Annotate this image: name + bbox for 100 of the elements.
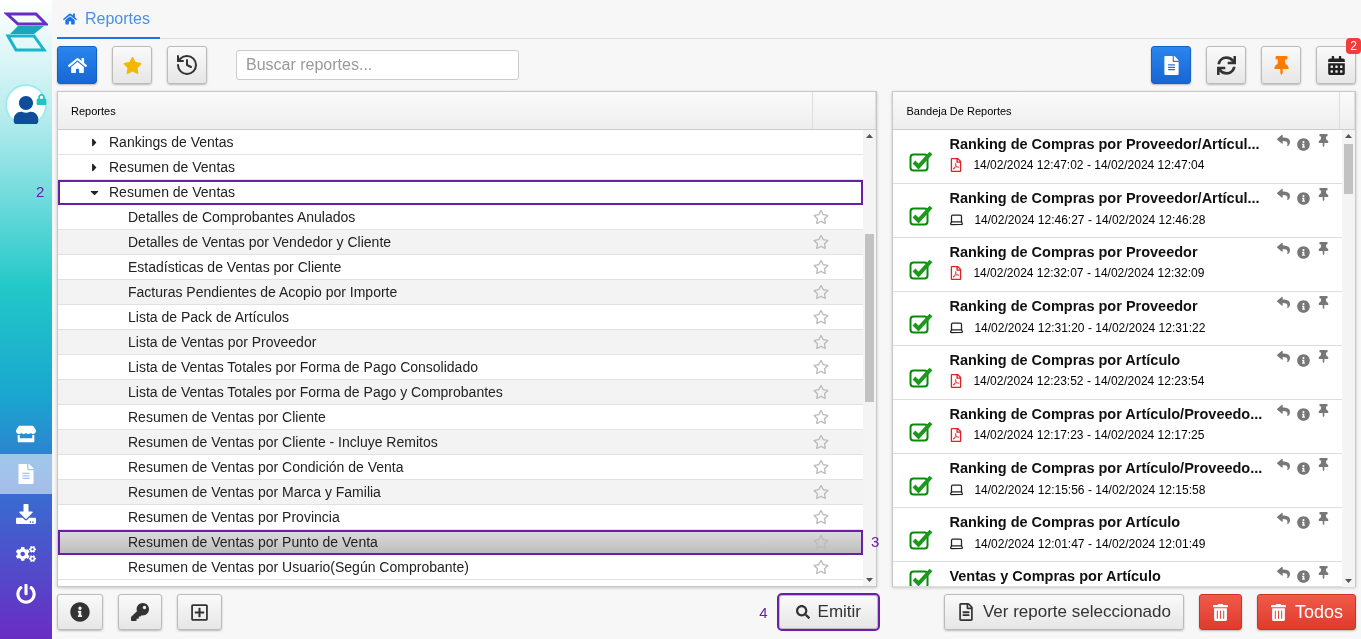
info-icon[interactable] [1297, 354, 1310, 367]
info-icon[interactable] [1297, 408, 1310, 421]
report-row[interactable]: Lista de Ventas Totales por Forma de Pago Consolidado [58, 355, 864, 380]
pdf-file-icon [949, 158, 964, 172]
favorite-star-icon[interactable] [813, 409, 830, 425]
tray-item[interactable]: Ranking de Compras por Artículo 14/02/2024 12:01:47 - 14/02/2024 12:01:49 [893, 508, 1342, 562]
callout-number: 3 [871, 533, 880, 550]
favorite-star-icon[interactable] [813, 384, 830, 400]
info-icon [70, 602, 90, 622]
favorite-star-icon[interactable] [813, 284, 830, 300]
pin-icon[interactable] [1317, 512, 1330, 525]
info-icon[interactable] [1297, 138, 1310, 151]
report-row[interactable]: Estadísticas de Ventas por Cliente [58, 255, 864, 280]
favorite-star-icon[interactable] [813, 359, 830, 375]
tray-item[interactable]: Ranking de Compras por Proveedor 14/02/2024 12:32:07 - 14/02/2024 12:32:09 [893, 238, 1342, 292]
report-title: Ranking de Compras por Artículo [949, 352, 1182, 368]
report-title: Ranking de Compras por Proveedor [949, 244, 1199, 260]
favorite-star-icon[interactable] [813, 209, 830, 225]
report-row[interactable]: Resumen de Ventas por Provincia [58, 505, 864, 530]
callout-number: 2 [36, 183, 45, 200]
tray-item[interactable]: Ventas y Compras por Artículo [893, 562, 1342, 587]
info-icon[interactable] [1297, 300, 1310, 313]
favorite-star-icon[interactable] [813, 559, 830, 575]
user-avatar-icon[interactable] [5, 84, 47, 126]
reply-icon[interactable] [1277, 404, 1290, 417]
pin-icon[interactable] [1317, 458, 1330, 471]
store-icon [16, 424, 36, 444]
delete-all-button[interactable]: Todos [1256, 594, 1356, 630]
add-button[interactable] [177, 594, 222, 630]
scrollbar[interactable] [863, 130, 877, 586]
report-row[interactable]: Lista de Ventas Totales por Forma de Pago y Comprobantes [58, 380, 864, 405]
report-row[interactable]: Lista de Ventas por Proveedor [58, 330, 864, 355]
emit-button[interactable]: Emitir [778, 595, 878, 629]
scroll-up-arrow-icon[interactable] [1345, 134, 1352, 138]
toolbar-button[interactable] [1206, 46, 1246, 84]
reply-icon[interactable] [1277, 188, 1290, 201]
key-button[interactable] [118, 594, 162, 630]
report-row[interactable]: Facturas Pendientes de Acopio por Importe [58, 280, 864, 305]
pin-icon[interactable] [1317, 188, 1330, 201]
favorite-star-icon[interactable] [813, 334, 830, 350]
home-icon [63, 11, 77, 26]
info-icon[interactable] [1297, 192, 1310, 205]
report-row[interactable]: Resumen de Ventas por Condición de Venta [58, 455, 864, 480]
favorite-star-icon[interactable] [813, 234, 830, 250]
pin-icon[interactable] [1317, 566, 1330, 579]
logo [4, 12, 48, 54]
info-icon[interactable] [1297, 246, 1310, 259]
info-icon[interactable] [1297, 462, 1310, 475]
reply-icon[interactable] [1277, 350, 1290, 363]
laptop-icon [949, 536, 965, 551]
favorite-star-icon[interactable] [813, 484, 830, 500]
tray-item[interactable]: Ranking de Compras por Proveedor/Artícul... 14/02/2024 12:47:02 - 14/02/2024 12:47:04 [893, 130, 1342, 184]
report-row[interactable]: Detalles de Ventas por Vendedor y Cliente [58, 230, 864, 255]
tray-item[interactable]: Ranking de Compras por Proveedor/Artícul... 14/02/2024 12:46:27 - 14/02/2024 12:46:28 [893, 184, 1342, 238]
pin-icon[interactable] [1317, 350, 1330, 363]
favorite-star-icon[interactable] [813, 434, 830, 450]
search-field[interactable]: Buscar reportes... [236, 50, 519, 80]
laptop-icon [949, 320, 965, 335]
toolbar-button[interactable] [167, 46, 207, 84]
scroll-up-arrow-icon[interactable] [866, 134, 874, 138]
trash-icon [1269, 603, 1287, 621]
favorite-star-icon[interactable] [813, 509, 830, 525]
pin-icon[interactable] [1317, 296, 1330, 309]
tray-item[interactable]: Ranking de Compras por Proveedor 14/02/2024 12:31:20 - 14/02/2024 12:31:22 [893, 292, 1342, 346]
scrollbar[interactable] [1342, 130, 1355, 587]
reply-icon[interactable] [1277, 458, 1290, 471]
power-icon [16, 584, 36, 604]
report-row[interactable]: Resumen de Ventas por Marca y Familia [58, 480, 864, 505]
view-report-button[interactable]: Ver reporte seleccionado [943, 594, 1184, 630]
scrollbar-thumb[interactable] [865, 234, 875, 402]
info-icon[interactable] [1297, 516, 1310, 529]
tray-item[interactable]: Ranking de Compras por Artículo 14/02/2024 12:23:52 - 14/02/2024 12:23:54 [893, 346, 1342, 400]
favorite-star-icon[interactable] [813, 534, 830, 550]
reply-icon[interactable] [1277, 566, 1290, 579]
report-row[interactable]: Lista de Pack de Artículos [58, 305, 864, 330]
favorite-star-icon[interactable] [813, 259, 830, 275]
info-button[interactable] [57, 594, 103, 630]
scroll-down-arrow-icon[interactable] [1345, 579, 1352, 583]
info-icon[interactable] [1297, 570, 1310, 583]
tree-group-row[interactable]: Rankings de Ventas [58, 130, 864, 155]
report-row[interactable]: Resumen de Ventas por Cliente - Incluye Remitos [58, 430, 864, 455]
tray-item[interactable]: Ranking de Compras por Artículo/Proveedo... 14/02/2024 12:17:23 - 14/02/2024 12:17:25 [893, 400, 1342, 454]
tray-item[interactable]: Ranking de Compras por Artículo/Proveedo... 14/02/2024 12:15:56 - 14/02/2024 12:15:58 [893, 454, 1342, 508]
reply-icon[interactable] [1277, 242, 1290, 255]
tree-group-row[interactable]: Resumen de Ventas [58, 155, 864, 180]
pin-icon[interactable] [1317, 134, 1330, 147]
laptop-icon [949, 212, 965, 227]
reply-icon[interactable] [1277, 134, 1290, 147]
scroll-down-arrow-icon[interactable] [866, 578, 874, 582]
report-row[interactable]: Detalles de Comprobantes Anulados [58, 205, 864, 230]
report-row[interactable]: Resumen de Ventas por Usuario(Según Comprobante) [58, 555, 864, 580]
reply-icon[interactable] [1277, 296, 1290, 309]
favorite-star-icon[interactable] [813, 309, 830, 325]
pin-icon[interactable] [1317, 404, 1330, 417]
delete-button[interactable] [1198, 594, 1242, 630]
scrollbar-thumb[interactable] [1344, 144, 1353, 194]
report-row[interactable]: Resumen de Ventas por Cliente [58, 405, 864, 430]
favorite-star-icon[interactable] [813, 459, 830, 475]
reply-icon[interactable] [1277, 512, 1290, 525]
pin-icon[interactable] [1317, 242, 1330, 255]
